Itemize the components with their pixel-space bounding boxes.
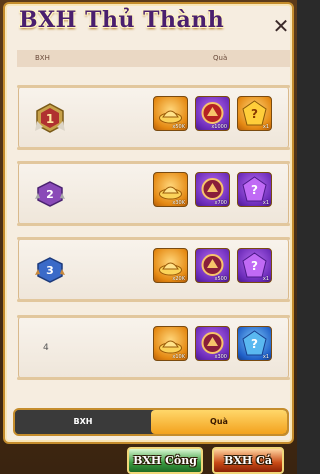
reward-row-2: 2 x30K x700 ? x1 — [17, 161, 290, 226]
reward-1-3[interactable]: ? x1 — [237, 96, 272, 131]
close-icon[interactable]: ✕ — [271, 16, 291, 36]
rank-number: 2 — [46, 188, 54, 201]
reward-4-2[interactable]: x300 — [195, 326, 230, 361]
reward-qty: x30K — [172, 200, 185, 206]
view-tabs: BXH Quà — [13, 408, 289, 436]
personal-rank-button[interactable]: BXH Cá Nhân — [212, 447, 284, 474]
rank-2-badge-icon: 2 — [35, 181, 65, 207]
header-rank-label: BXH — [35, 54, 50, 62]
leaderboard-panel: BXH Thủ Thành ✕ BXH Quà 1 x50K x1000 ? x… — [3, 2, 294, 444]
svg-text:?: ? — [251, 107, 258, 121]
reward-2-3[interactable]: ? x1 — [237, 172, 272, 207]
tab-reward[interactable]: Quà — [151, 410, 287, 434]
rank-number: 3 — [46, 264, 54, 277]
reward-qty: x500 — [214, 276, 227, 282]
panel-title: BXH Thủ Thành — [19, 7, 225, 33]
rank-3-badge-icon: 3 — [35, 257, 65, 283]
reward-qty: x1 — [262, 354, 269, 360]
reward-row-3: 3 x20K x500 ? x1 — [17, 237, 290, 302]
reward-3-1[interactable]: x20K — [153, 248, 188, 283]
reward-row-4: 4 x10K x300 ? x1 — [17, 315, 290, 380]
reward-qty: x1 — [262, 200, 269, 206]
tab-rank[interactable]: BXH — [15, 410, 151, 434]
reward-qty: x300 — [214, 354, 227, 360]
reward-qty: x10K — [172, 354, 185, 360]
reward-row-1: 1 x50K x1000 ? x1 — [17, 85, 290, 150]
reward-qty: x20K — [172, 276, 185, 282]
reward-3-2[interactable]: x500 — [195, 248, 230, 283]
reward-qty: x1 — [262, 124, 269, 130]
rank-1-badge-icon: 1 — [35, 103, 65, 133]
reward-4-1[interactable]: x10K — [153, 326, 188, 361]
reward-2-1[interactable]: x30K — [153, 172, 188, 207]
reward-1-1[interactable]: x50K — [153, 96, 188, 131]
reward-4-3[interactable]: ? x1 — [237, 326, 272, 361]
svg-text:1: 1 — [46, 112, 54, 126]
table-header: BXH Quà — [17, 50, 290, 67]
reward-1-2[interactable]: x1000 — [195, 96, 230, 131]
reward-3-3[interactable]: ? x1 — [237, 248, 272, 283]
city-siege-rank-button[interactable]: BXH Công Thành — [127, 447, 203, 474]
reward-qty: x50K — [172, 124, 185, 130]
svg-text:?: ? — [251, 259, 258, 273]
svg-text:?: ? — [251, 183, 258, 197]
svg-text:?: ? — [251, 337, 258, 351]
header-reward-label: Quà — [213, 54, 228, 62]
rank-number: 4 — [43, 343, 49, 353]
reward-qty: x700 — [214, 200, 227, 206]
reward-qty: x1 — [262, 276, 269, 282]
reward-qty: x1000 — [211, 124, 227, 130]
reward-2-2[interactable]: x700 — [195, 172, 230, 207]
